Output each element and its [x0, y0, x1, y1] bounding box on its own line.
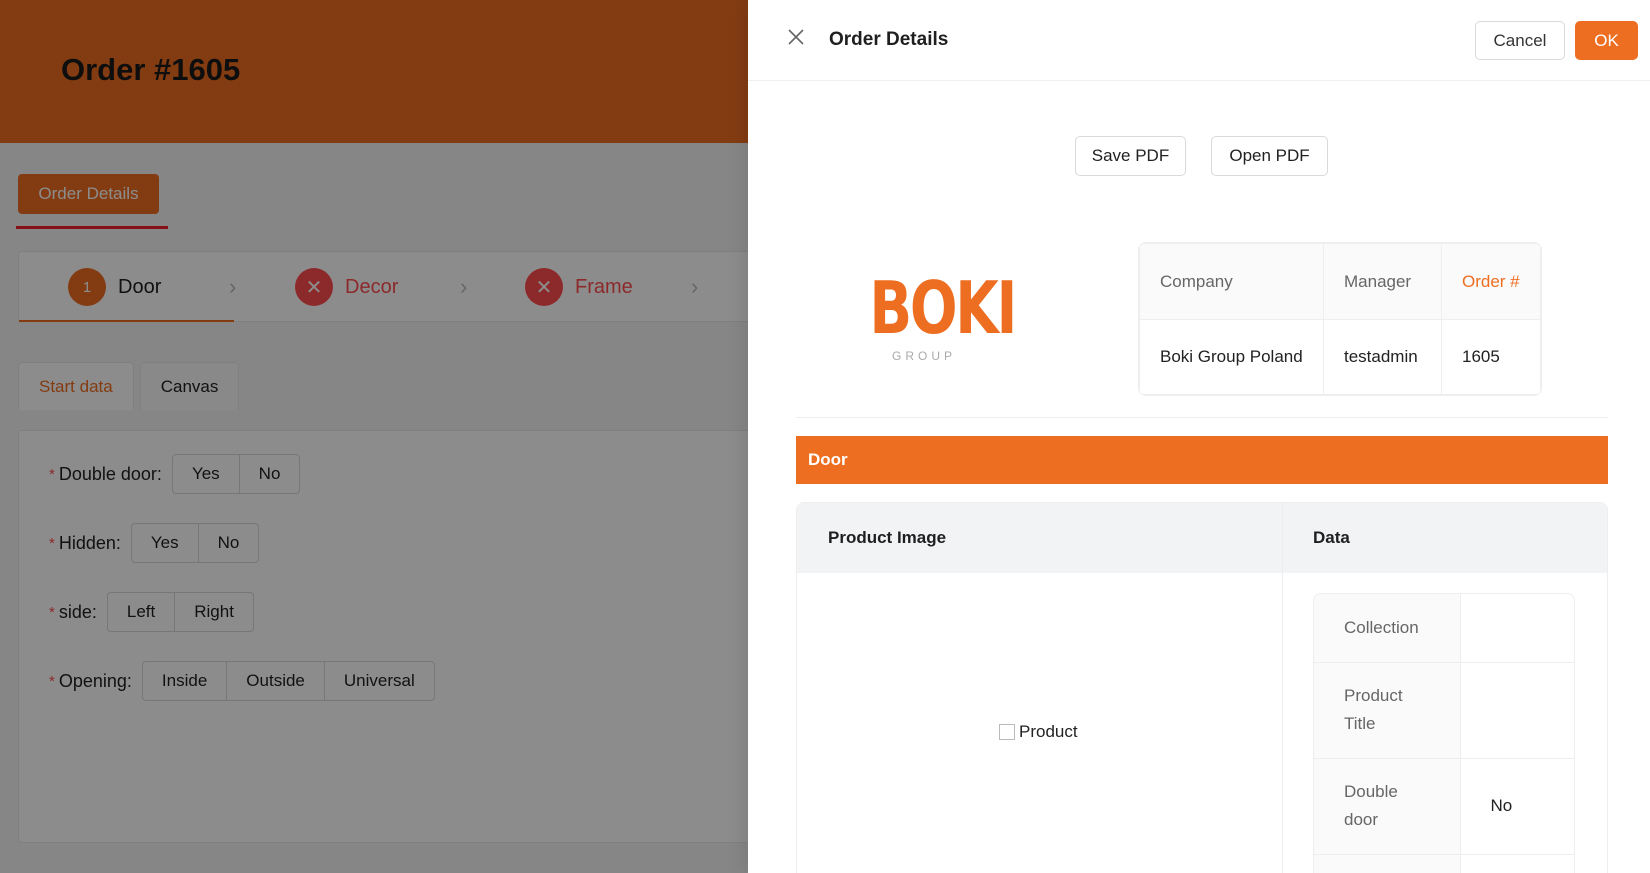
close-icon[interactable]	[784, 25, 808, 49]
open-pdf-button[interactable]: Open PDF	[1211, 136, 1328, 176]
ok-button[interactable]: OK	[1575, 21, 1638, 60]
product-data-table: Collection Product Title Double door No	[1313, 593, 1575, 873]
data-value	[1460, 662, 1574, 759]
logo-subtitle: GROUP	[891, 349, 956, 363]
table-row: Collection	[1314, 594, 1574, 663]
data-value	[1460, 854, 1574, 873]
order-info-table: Company Manager Order # Boki Group Polan…	[1138, 242, 1542, 396]
company-value: Boki Group Poland	[1139, 319, 1324, 395]
data-header: Data	[1313, 528, 1350, 547]
table-row	[1314, 854, 1574, 873]
divider	[796, 417, 1608, 418]
cancel-button[interactable]: Cancel	[1475, 21, 1565, 60]
drawer-title: Order Details	[829, 29, 949, 50]
order-details-drawer: Order Details Cancel OK Save PDF Open PD…	[748, 0, 1650, 873]
column-divider	[1282, 503, 1283, 873]
order-number-header: Order #	[1441, 243, 1541, 320]
logo-word: BOKI	[869, 266, 1017, 350]
data-label	[1314, 854, 1461, 873]
manager-value: testadmin	[1323, 319, 1442, 395]
data-label: Double door	[1314, 758, 1461, 855]
product-table-header: Product Image Data	[797, 503, 1607, 573]
boki-group-logo: BOKI GROUP	[854, 266, 1017, 368]
product-table: Product Image Data Product Collection Pr…	[796, 502, 1608, 873]
broken-image-icon	[999, 724, 1015, 740]
table-row: Product Title	[1314, 662, 1574, 759]
product-image-alt: Product	[1019, 722, 1078, 741]
data-label: Product Title	[1314, 662, 1461, 759]
product-image: Product	[999, 722, 1078, 742]
order-number-value: 1605	[1441, 319, 1541, 395]
manager-header: Manager	[1323, 243, 1442, 320]
door-section-title: Door	[796, 436, 1608, 484]
data-value: No	[1460, 758, 1574, 855]
save-pdf-button[interactable]: Save PDF	[1075, 136, 1186, 176]
data-label: Collection	[1314, 594, 1461, 663]
data-value	[1460, 594, 1574, 663]
product-image-header: Product Image	[828, 528, 947, 547]
table-row: Double door No	[1314, 758, 1574, 855]
drawer-header: Order Details Cancel OK	[748, 0, 1650, 81]
company-header: Company	[1139, 243, 1324, 320]
